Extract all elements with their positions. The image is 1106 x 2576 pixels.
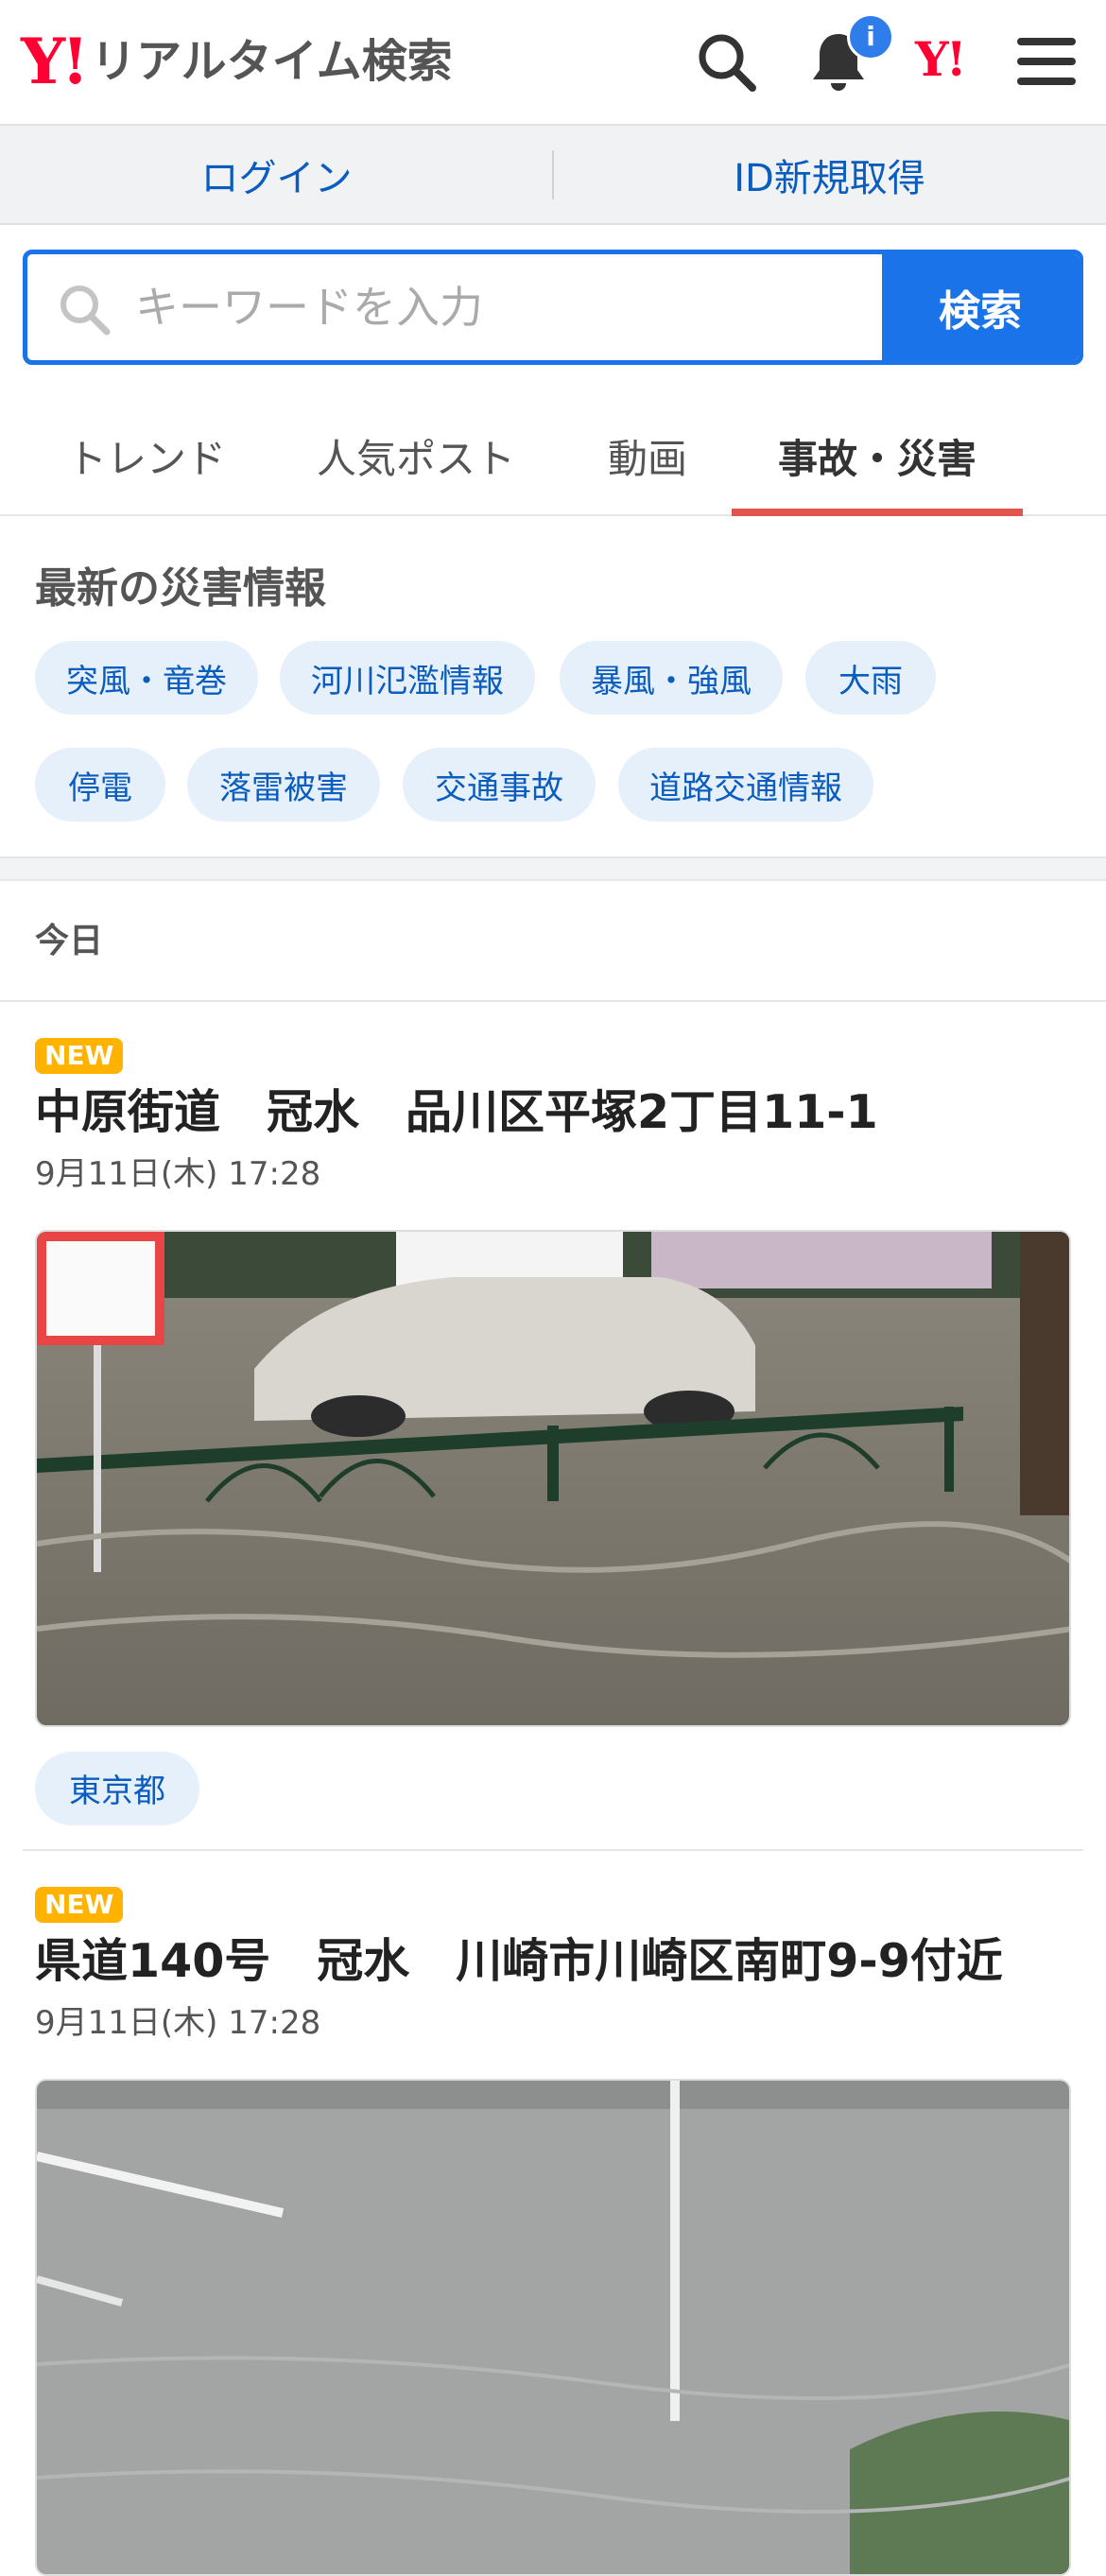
chip-power-outage[interactable]: 停電 bbox=[35, 748, 165, 821]
new-badge: NEW bbox=[35, 1038, 124, 1074]
account-bar: ログイン ID新規取得 bbox=[0, 126, 1106, 225]
tab-popular-posts[interactable]: 人気ポスト bbox=[293, 397, 539, 514]
search-field-icon bbox=[60, 285, 111, 336]
chip-river-flood[interactable]: 河川氾濫情報 bbox=[280, 641, 535, 715]
chip-heavy-rain[interactable]: 大雨 bbox=[805, 641, 936, 715]
divider bbox=[552, 150, 554, 199]
day-label: 今日 bbox=[35, 922, 104, 960]
divider bbox=[0, 1000, 1106, 1002]
register-link[interactable]: ID新規取得 bbox=[553, 126, 1106, 223]
post-date: 9月11日(木) 17:28 bbox=[35, 1154, 321, 1193]
post-date: 9月11日(木) 17:28 bbox=[35, 2003, 321, 2042]
search-input[interactable] bbox=[133, 254, 890, 360]
section-divider bbox=[0, 856, 1106, 881]
chip-gust-tornado[interactable]: 突風・竜巻 bbox=[35, 641, 258, 715]
chip-traffic-accident[interactable]: 交通事故 bbox=[403, 748, 596, 821]
new-badge: NEW bbox=[35, 1887, 124, 1923]
photo-illustration bbox=[37, 2080, 1069, 2574]
login-link[interactable]: ログイン bbox=[0, 126, 553, 223]
notification-badge[interactable]: i bbox=[847, 13, 894, 61]
search-form: 検索 bbox=[23, 250, 1083, 365]
yahoo-realtime-logo[interactable]: Y! リアルタイム検索 bbox=[21, 28, 453, 95]
app-header: Y! リアルタイム検索 i Y! bbox=[0, 0, 1106, 126]
location-chip[interactable]: 東京都 bbox=[35, 1751, 199, 1825]
logo-text: リアルタイム検索 bbox=[91, 35, 453, 88]
post-card[interactable]: NEW 県道140号 冠水 川崎市川崎区南町9-9付近 9月11日(木) 17:… bbox=[35, 1887, 1071, 2576]
flooded-road-photo[interactable] bbox=[35, 2078, 1071, 2576]
post-divider bbox=[23, 1849, 1083, 1851]
logo-mark: Y! bbox=[21, 25, 89, 98]
disaster-section-title: 最新の災害情報 bbox=[35, 564, 326, 613]
post-title[interactable]: 中原街道 冠水 品川区平塚2丁目11-1 bbox=[35, 1087, 1071, 1138]
search-icon[interactable] bbox=[693, 28, 759, 95]
chip-road-traffic-info[interactable]: 道路交通情報 bbox=[618, 748, 873, 821]
post-card[interactable]: NEW 中原街道 冠水 品川区平塚2丁目11-1 9月11日(木) 17:28 bbox=[35, 1038, 1071, 1825]
photo-illustration bbox=[37, 1231, 1069, 1725]
flooded-street-photo[interactable] bbox=[35, 1229, 1071, 1727]
post-title[interactable]: 県道140号 冠水 川崎市川崎区南町9-9付近 bbox=[35, 1936, 1071, 1987]
category-tabs: トレンド 人気ポスト 動画 事故・災害 bbox=[0, 397, 1106, 516]
chip-lightning-damage[interactable]: 落雷被害 bbox=[187, 748, 380, 821]
tab-trend[interactable]: トレンド bbox=[38, 397, 255, 514]
chip-storm-wind[interactable]: 暴風・強風 bbox=[560, 641, 783, 715]
menu-icon[interactable] bbox=[1013, 28, 1080, 95]
yahoo-logo[interactable]: Y! bbox=[915, 36, 967, 83]
search-button[interactable]: 検索 bbox=[882, 254, 1079, 360]
tab-accident-disaster[interactable]: 事故・災害 bbox=[732, 397, 1023, 516]
tab-video[interactable]: 動画 bbox=[577, 397, 718, 514]
